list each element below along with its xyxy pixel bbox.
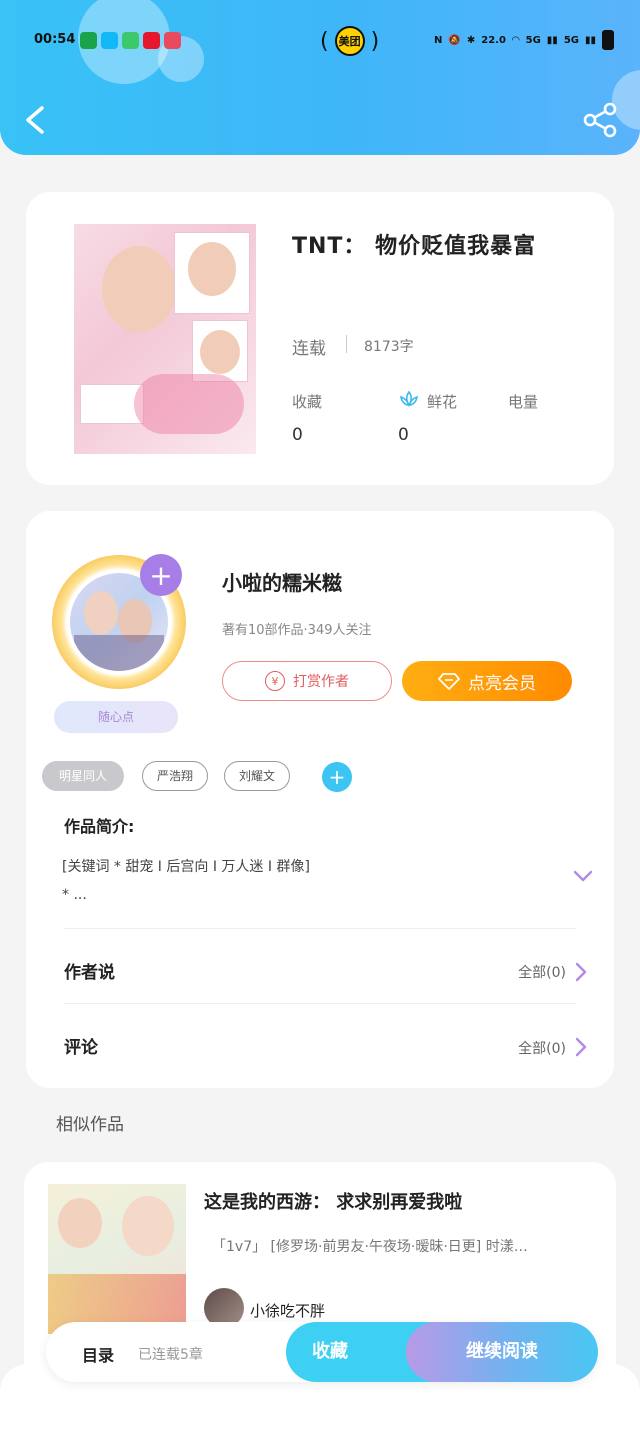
share-icon[interactable] — [580, 100, 620, 140]
chapter-count: 已连载5章 — [138, 1347, 203, 1363]
signal-label-2: 5G — [563, 34, 579, 46]
tag-chip[interactable]: 刘耀文 — [224, 761, 290, 791]
tip-author-button[interactable]: ¥ 打赏作者 — [222, 661, 392, 701]
continue-reading-button[interactable]: 继续阅读 — [406, 1322, 598, 1382]
author-says-title[interactable]: 作者说 — [64, 958, 115, 983]
author-name[interactable]: 小啦的糯米糍 — [222, 567, 342, 596]
book-title: TNT： 物价贬值我暴富 — [292, 234, 537, 259]
divider — [64, 1003, 576, 1004]
tag-chip[interactable]: 严浩翔 — [142, 761, 208, 791]
status-time: 00:54 — [34, 32, 76, 47]
system-icons: N 🔕 ✱ 22.0 ◠ 5G ▮▮ 5G ▮▮ — [434, 30, 614, 50]
chevron-right-icon[interactable] — [574, 961, 588, 983]
book-info-card: TNT： 物价贬值我暴富 连载 8173字 收藏 0 鲜花 0 电量 — [26, 192, 614, 485]
mute-icon: 🔕 — [448, 34, 461, 46]
signal-label-1: 5G — [525, 34, 541, 46]
stat-favorites-value: 0 — [292, 425, 303, 445]
comments-all[interactable]: 全部(0) — [518, 1038, 566, 1058]
wifi-icon: ◠ — [511, 34, 520, 46]
stat-flowers-value: 0 — [398, 425, 409, 445]
book-cover-image[interactable] — [74, 224, 256, 454]
similar-title[interactable]: 这是我的西游： 求求别再爱我啦 — [204, 1188, 462, 1214]
author-card: + 随心点 小啦的糯米糍 著有10部作品·349人关注 ¥ 打赏作者 点亮会员 … — [26, 511, 614, 1088]
bottom-action-bar: 目录 已连载5章 收藏 继续阅读 — [46, 1322, 598, 1382]
bluetooth-icon: ✱ — [466, 34, 476, 46]
app-icon — [164, 32, 181, 49]
comments-title[interactable]: 评论 — [64, 1033, 98, 1058]
author-says-all[interactable]: 全部(0) — [518, 962, 566, 982]
wechat-icon — [80, 32, 97, 49]
header-bar: 00:54 ( 美团 ) N 🔕 ✱ 22.0 ◠ 5G ▮▮ 5G ▮▮ — [0, 0, 640, 155]
network-speed: 22.0 — [481, 34, 506, 46]
nfc-icon: N — [434, 34, 443, 46]
vip-button[interactable]: 点亮会员 — [402, 661, 572, 701]
battery-icon — [602, 30, 614, 50]
author-meta: 著有10部作品·349人关注 — [222, 623, 372, 638]
similar-desc: 「1v7」 [修罗场·前男友·午夜场·暧昧·日更] 时漾… — [212, 1239, 528, 1255]
qq-icon — [101, 32, 118, 49]
divider — [64, 928, 576, 929]
tag-chip[interactable]: 明星同人 — [42, 761, 124, 791]
similar-author-name: 小徐吃不胖 — [250, 1302, 326, 1320]
serial-status: 连载 — [292, 339, 326, 359]
tip-author-label: 打赏作者 — [293, 674, 349, 690]
status-bar: 00:54 ( 美团 ) N 🔕 ✱ 22.0 ◠ 5G ▮▮ 5G ▮▮ — [34, 26, 614, 56]
intro-text[interactable]: [关键词 * 甜宠 I 后宫向 I 万人迷 I 群像] * ... — [62, 853, 542, 909]
signal-icon: ▮▮ — [546, 34, 558, 46]
gift-tag[interactable]: 随心点 — [54, 701, 178, 733]
back-arrow-icon[interactable] — [22, 100, 52, 140]
message-icon — [122, 32, 139, 49]
add-tag-button[interactable]: + — [322, 762, 352, 792]
yen-icon: ¥ — [265, 671, 285, 691]
intro-line: * ... — [62, 887, 87, 903]
notification-icons — [80, 32, 181, 49]
similar-cover-image[interactable] — [48, 1184, 186, 1334]
vip-label: 点亮会员 — [468, 673, 536, 694]
stat-flowers-label[interactable]: 鲜花 — [427, 391, 457, 412]
similar-section-title: 相似作品 — [56, 1115, 124, 1135]
divider — [346, 335, 347, 353]
expand-chevron-icon[interactable] — [572, 869, 594, 883]
toc-button[interactable]: 目录 — [82, 1342, 114, 1366]
follow-plus-button[interactable]: + — [140, 554, 182, 596]
stat-favorites-label: 收藏 — [292, 393, 323, 411]
diamond-icon — [438, 673, 460, 690]
signal-icon: ▮▮ — [584, 34, 596, 46]
chevron-right-icon[interactable] — [574, 1036, 588, 1058]
meituan-icon: 美团 — [334, 26, 365, 56]
meituan-capsule[interactable]: ( 美团 ) — [320, 26, 379, 56]
weibo-icon — [143, 32, 160, 49]
intro-title: 作品简介: — [64, 817, 135, 836]
lotus-flower-icon — [399, 390, 419, 408]
stat-power-label[interactable]: 电量 — [508, 391, 538, 412]
intro-line: [关键词 * 甜宠 I 后宫向 I 万人迷 I 群像] — [62, 859, 310, 875]
word-count: 8173字 — [364, 339, 414, 355]
